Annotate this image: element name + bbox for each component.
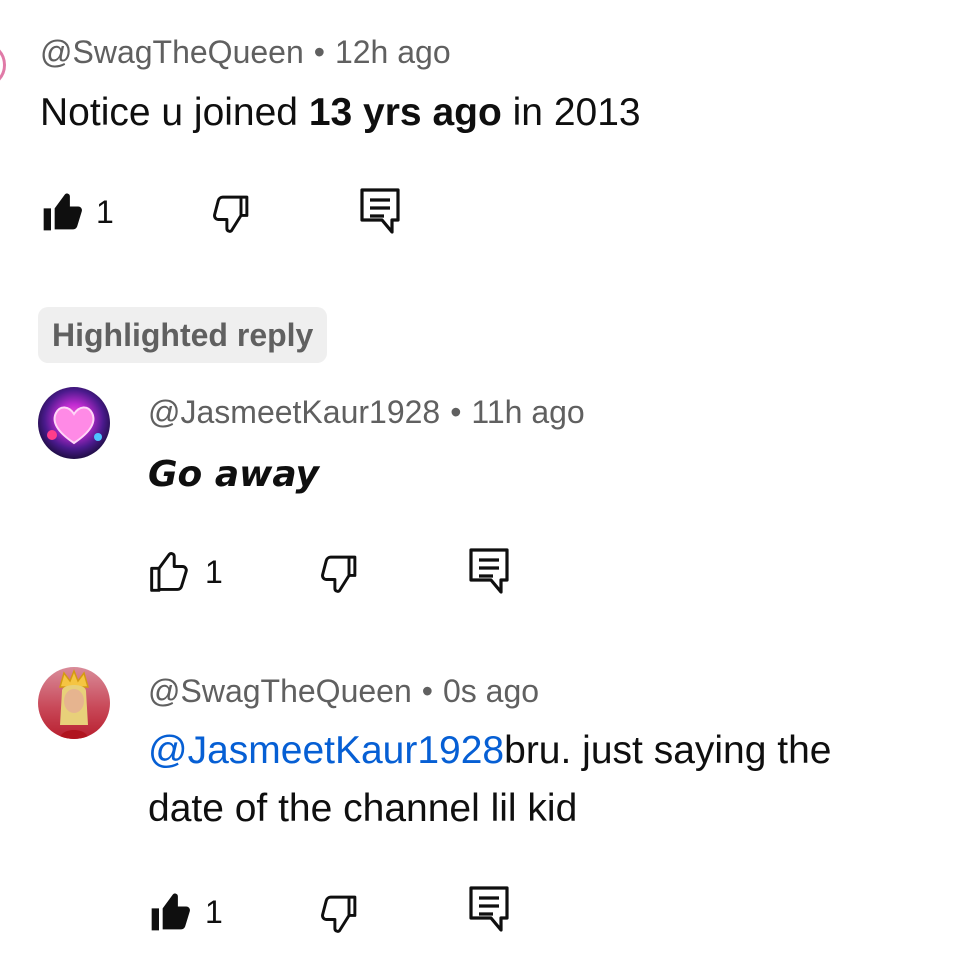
comment-meta: @SwagTheQueen • 12h ago (40, 34, 451, 71)
comment-text-part: Notice u joined (40, 91, 309, 134)
dislike-icon[interactable] (316, 892, 360, 936)
like-filled-icon[interactable] (40, 190, 84, 234)
comment-text-bold: 13 yrs ago (308, 91, 502, 134)
like-count: 1 (205, 554, 223, 590)
dislike-icon[interactable] (208, 192, 252, 236)
comment-avatar-partial[interactable] (0, 42, 6, 88)
reply-icon[interactable] (360, 188, 400, 234)
reply-avatar[interactable] (38, 667, 110, 739)
meta-separator: • (421, 673, 433, 709)
comment-text: Notice u joined 13 yrs ago in 2013 (40, 84, 641, 142)
highlighted-reply-chip: Highlighted reply (38, 307, 328, 363)
reply-time: 11h ago (471, 394, 585, 430)
like-filled-icon[interactable] (148, 890, 192, 934)
heart-icon (47, 406, 102, 445)
like-count: 1 (96, 194, 114, 230)
like-outline-icon[interactable] (148, 550, 192, 594)
reply-author[interactable]: @JasmeetKaur1928 (148, 394, 440, 430)
reply-icon[interactable] (469, 886, 509, 932)
reply-author[interactable]: @SwagTheQueen (148, 673, 412, 709)
reply-icon[interactable] (469, 548, 509, 594)
reply-text: Go away (148, 454, 320, 495)
dislike-icon[interactable] (316, 552, 360, 596)
reply-meta: @SwagTheQueen • 0s ago (148, 673, 539, 710)
comment-text-part-end: in 2013 (501, 91, 641, 134)
reply-text: @JasmeetKaur1928bru. just saying the dat… (148, 722, 831, 838)
mention-link[interactable]: @JasmeetKaur1928 (148, 729, 504, 772)
meta-separator: • (313, 34, 325, 70)
reply-text-line1: bru. just saying the (504, 729, 832, 772)
comment-author[interactable]: @SwagTheQueen (40, 34, 304, 70)
like-count: 1 (205, 894, 223, 930)
comment-time: 12h ago (334, 34, 451, 70)
reply-text-line2: date of the channel lil kid (148, 787, 578, 830)
meta-separator: • (450, 394, 462, 430)
reply-meta: @JasmeetKaur1928 • 11h ago (148, 394, 585, 431)
crown-avatar-icon (59, 668, 89, 739)
reply-time: 0s ago (442, 673, 540, 709)
reply-avatar[interactable] (38, 387, 110, 459)
